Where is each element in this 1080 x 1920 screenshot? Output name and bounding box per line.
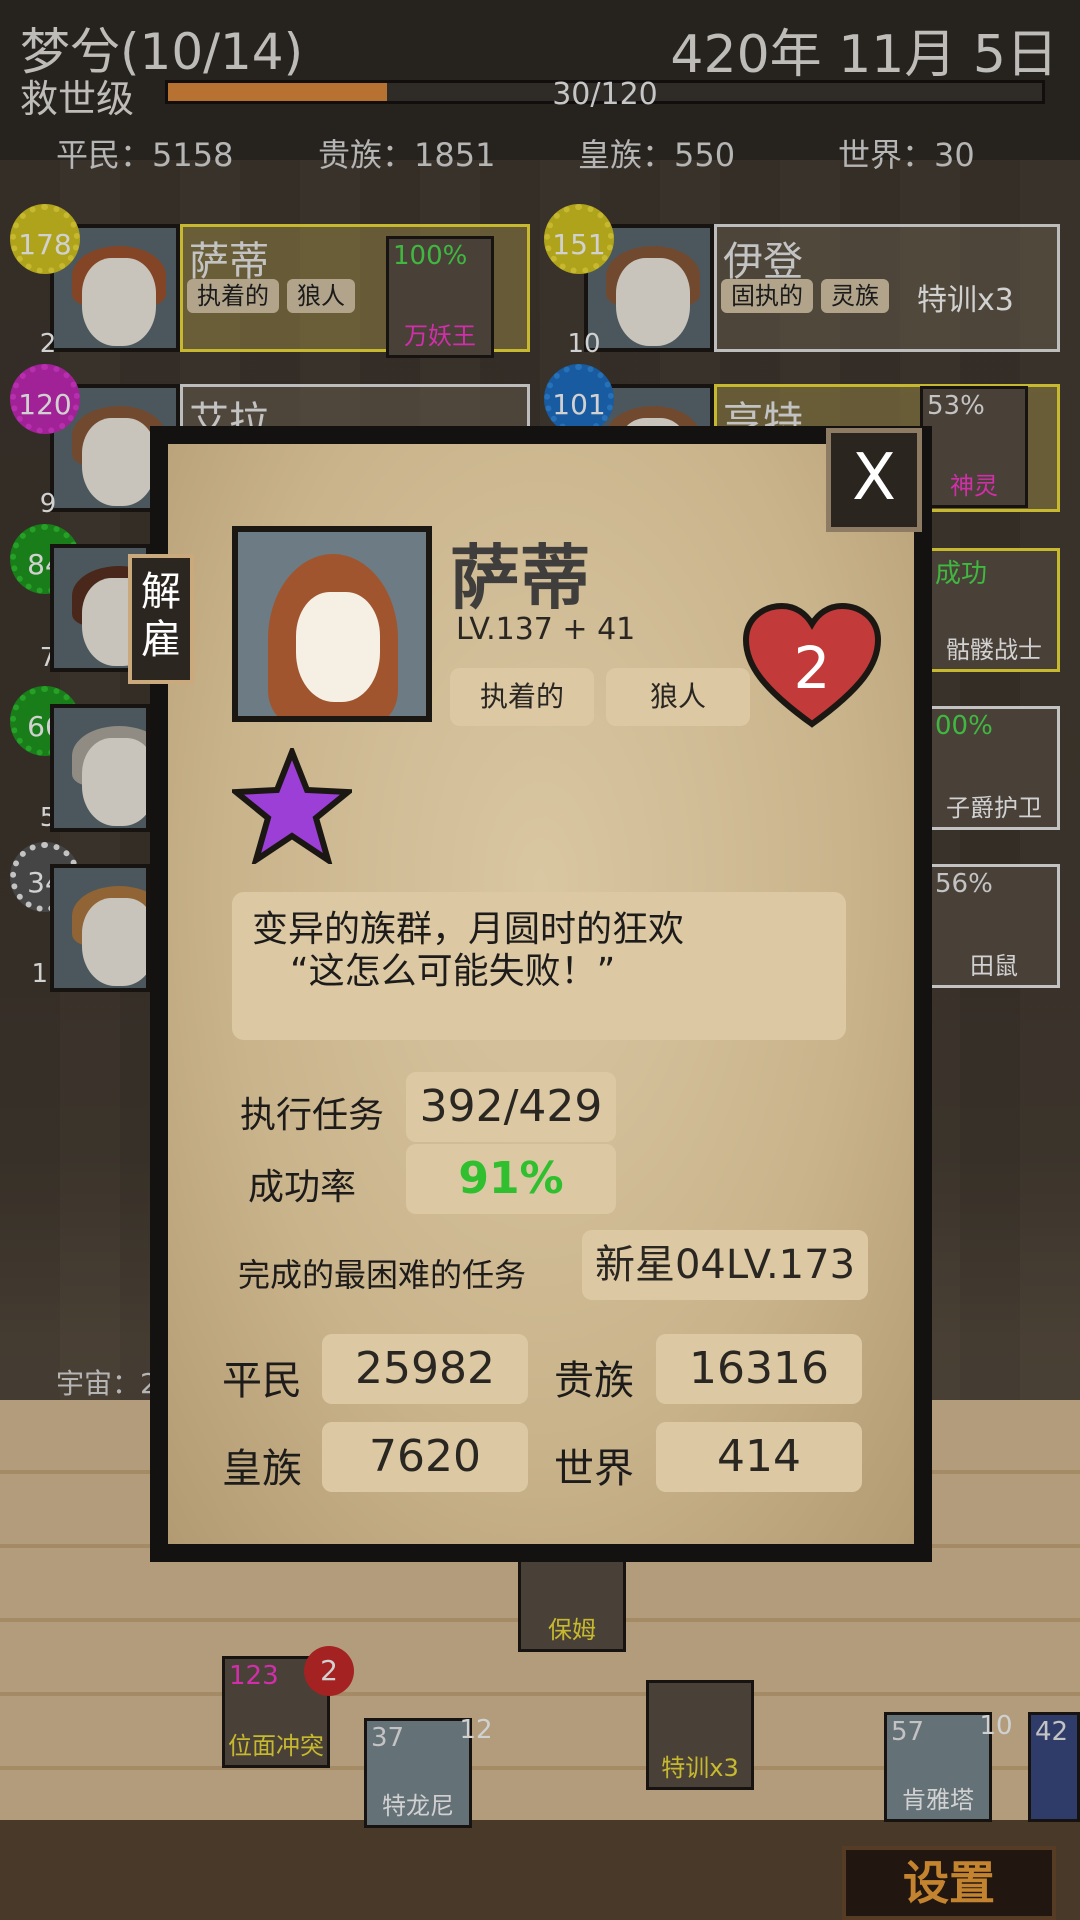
close-button[interactable]: X	[826, 428, 922, 532]
success-rate-value: 91%	[406, 1144, 616, 1214]
missions-label: 执行任务	[240, 1095, 385, 1136]
heart-icon: 2	[742, 602, 882, 732]
success-rate-label: 成功率	[248, 1167, 357, 1208]
hero-detail-modal: X 解雇 萨蒂 LV.137 + 41 执着的 狼人 2 变异的族群，月圆时的狂…	[128, 426, 932, 1562]
kills-world-label: 世界	[554, 1446, 634, 1492]
hero-name: 萨蒂	[450, 537, 590, 619]
hero-description: 变异的族群，月圆时的狂欢 “这怎么可能失败！”	[232, 892, 846, 1040]
kills-noble-value: 16316	[656, 1334, 862, 1404]
kills-royal-value: 7620	[322, 1422, 528, 1492]
fire-button[interactable]: 解雇	[128, 554, 194, 684]
face	[296, 592, 380, 702]
kills-world-value: 414	[656, 1422, 862, 1492]
hero-level: LV.137 + 41	[456, 612, 636, 647]
heart-count: 2	[793, 634, 831, 702]
missions-value: 392/429	[406, 1072, 616, 1142]
hardest-quest-value: 新星04LV.173	[582, 1230, 868, 1300]
description-quote: “这怎么可能失败！”	[290, 951, 616, 992]
hardest-quest-label: 完成的最困难的任务	[238, 1256, 527, 1294]
kills-civilian-label: 平民	[222, 1358, 302, 1404]
kills-civilian-value: 25982	[322, 1334, 528, 1404]
star-icon	[232, 748, 352, 864]
hero-race-tag: 狼人	[606, 668, 750, 726]
kills-noble-label: 贵族	[554, 1358, 634, 1404]
kills-royal-label: 皇族	[222, 1446, 302, 1492]
hero-trait-tag: 执着的	[450, 668, 594, 726]
